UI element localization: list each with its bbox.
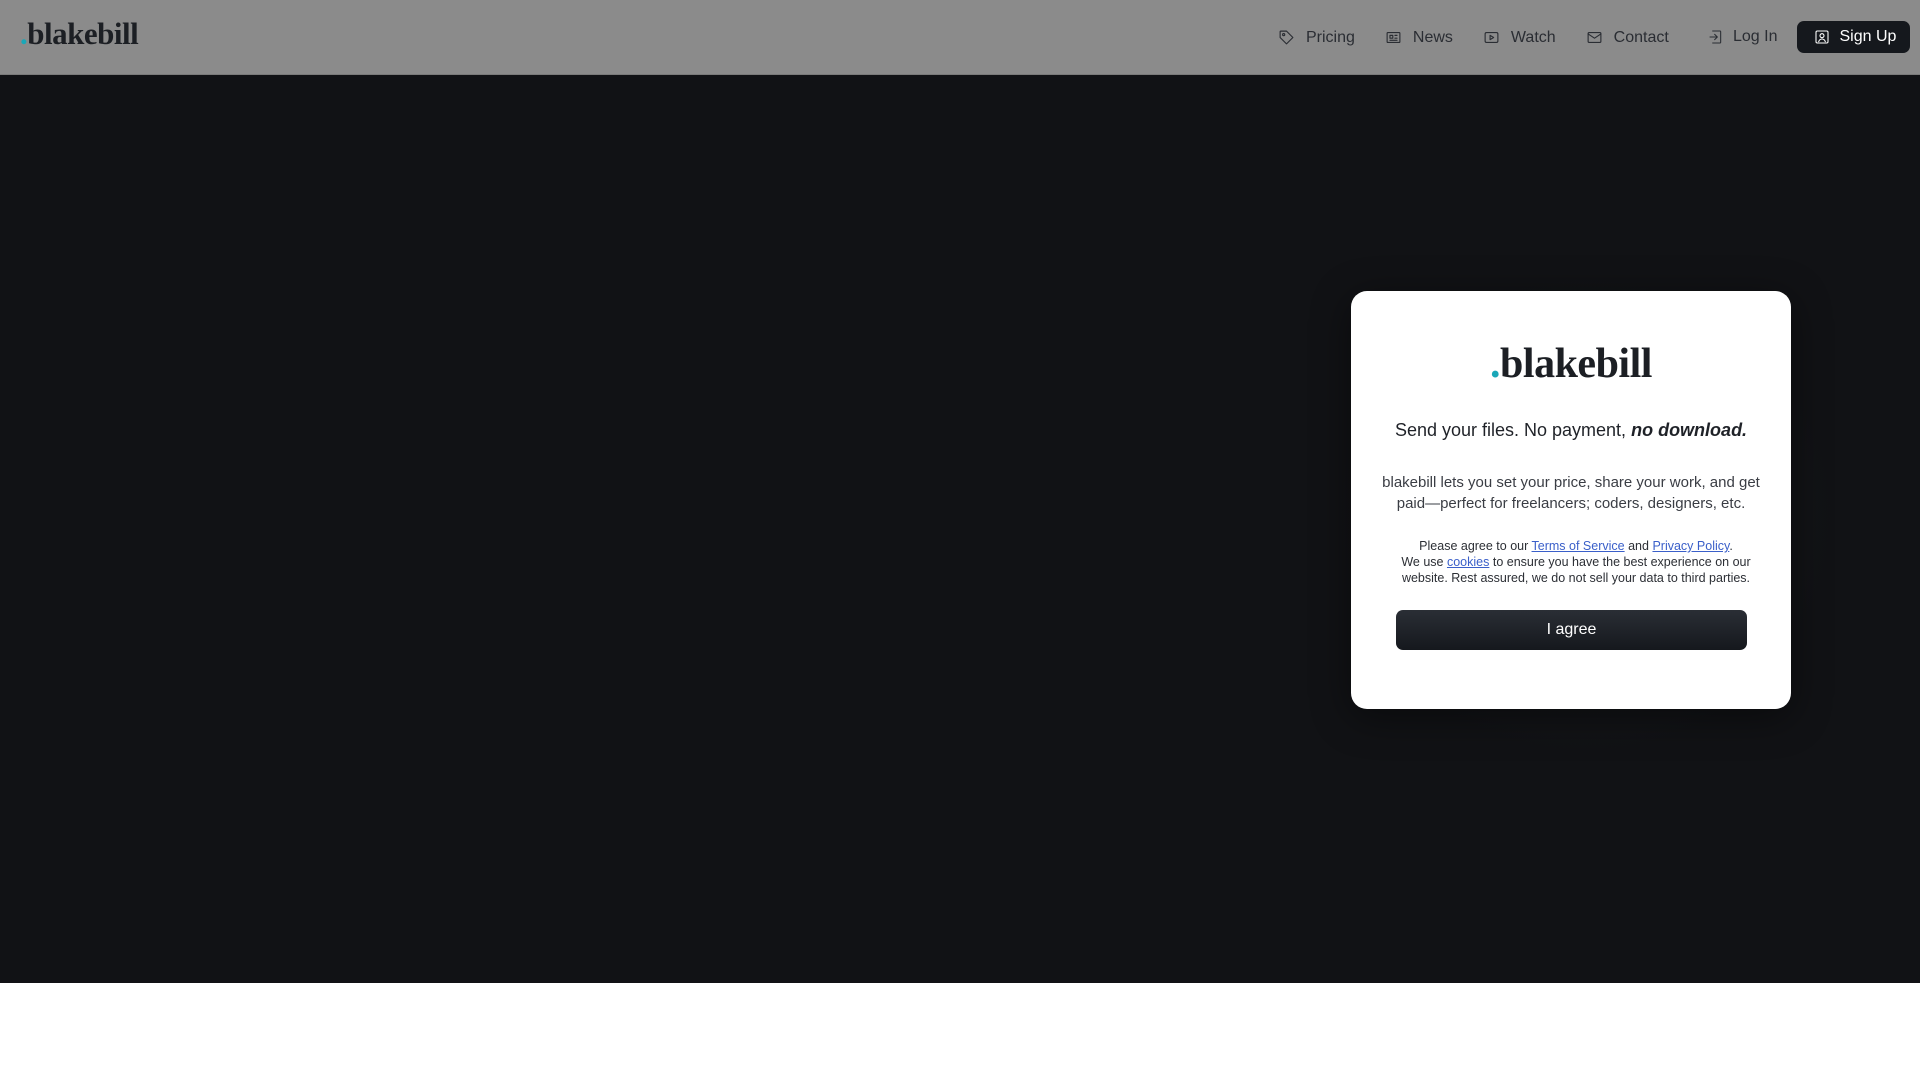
- nav-watch-label: Watch: [1510, 28, 1556, 46]
- modal-headline: Send your files. No payment, no download…: [1351, 420, 1791, 442]
- nav-news[interactable]: News: [1385, 29, 1453, 47]
- signup-button[interactable]: Sign Up: [1797, 20, 1911, 53]
- agree-button[interactable]: I agree: [1396, 610, 1747, 650]
- modal-description: blakebill lets you set your price, share…: [1382, 474, 1760, 512]
- auth-nav: Log In Sign Up: [1708, 0, 1911, 75]
- nav-watch[interactable]: Watch: [1483, 29, 1556, 47]
- legal-period: .: [1729, 539, 1733, 553]
- cookies-link[interactable]: cookies: [1447, 555, 1489, 569]
- legal-line1-prefix: Please agree to our: [1419, 539, 1529, 553]
- page: .blakebill Pricing News Watch Contact Lo…: [0, 0, 1920, 1080]
- modal-logo-dot: .: [1490, 341, 1501, 387]
- login-label: Log In: [1733, 27, 1778, 45]
- nav-contact-label: Contact: [1613, 28, 1669, 46]
- user-square-icon: [1815, 29, 1830, 44]
- tag-icon: [1279, 30, 1294, 45]
- logo-text: blakebill: [27, 16, 139, 51]
- login-button[interactable]: Log In: [1708, 28, 1777, 46]
- consent-modal: .blakebill Send your files. No payment, …: [1351, 291, 1791, 709]
- mail-icon: [1587, 31, 1602, 44]
- modal-logo: .blakebill: [1351, 343, 1791, 385]
- top-navbar: .blakebill Pricing News Watch Contact Lo…: [0, 0, 1920, 75]
- nav-pricing[interactable]: Pricing: [1278, 29, 1355, 47]
- newspaper-icon: [1386, 31, 1401, 44]
- headline-emphasis: no download.: [1631, 420, 1748, 440]
- main-nav: Pricing News Watch Contact: [1278, 0, 1699, 75]
- nav-news-label: News: [1412, 28, 1453, 46]
- login-icon: [1709, 29, 1722, 44]
- legal-and: and: [1628, 539, 1649, 553]
- nav-pricing-label: Pricing: [1306, 28, 1355, 46]
- privacy-policy-link[interactable]: Privacy Policy: [1652, 539, 1729, 553]
- terms-of-service-link[interactable]: Terms of Service: [1532, 539, 1625, 553]
- modal-logo-text: blakebill: [1500, 341, 1652, 387]
- headline-plain: Send your files. No payment,: [1394, 420, 1627, 440]
- legal-notice: Please agree to our Terms of Service and…: [1381, 538, 1771, 586]
- nav-contact[interactable]: Contact: [1586, 29, 1669, 47]
- legal-line2-prefix: We use: [1401, 555, 1444, 569]
- play-icon: [1484, 31, 1499, 44]
- signup-label: Sign Up: [1839, 27, 1897, 45]
- header-logo[interactable]: .blakebill: [20, 16, 139, 51]
